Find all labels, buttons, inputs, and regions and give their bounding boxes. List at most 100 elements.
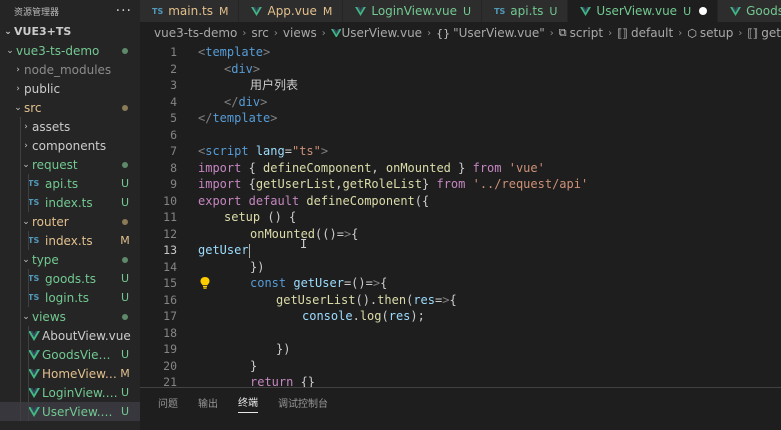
unsaved-dot-icon[interactable] [699,7,708,15]
file-tree-item[interactable]: TS api.ts U [0,174,140,193]
code-line[interactable]: 3 用户列表 [140,77,781,94]
git-status-dot [122,47,128,54]
editor-tab[interactable]: LoginView.vue U [343,0,483,22]
panel-tabs: 问题 输出 终端 调试控制台 [140,388,781,416]
code-line[interactable]: 8 import { defineComponent, onMounted } f… [140,160,781,177]
file-tree-item[interactable]: UserView.vue U [0,402,140,421]
editor-tab[interactable]: TS api.ts U [482,0,569,22]
indent-guide [20,212,21,231]
editor-tab[interactable]: GoodsVie [718,0,781,22]
lightbulb-icon[interactable] [200,277,210,289]
code-line[interactable]: 11 setup () { [140,209,781,226]
indent-guide [28,383,29,402]
code-line[interactable]: 4 </div> [140,94,781,111]
code-line[interactable]: 13 getUser [140,242,781,259]
indent-guide [28,193,29,212]
text-caret [248,243,250,258]
breadcrumb-item[interactable]: views [283,26,317,40]
chevron-down-icon: ⌄ [22,311,30,322]
panel-tab[interactable]: 输出 [198,392,218,413]
git-status-badge: U [120,405,130,418]
git-status-badge: U [120,348,130,361]
breadcrumb-item[interactable]: vue3-ts-demo [154,26,237,40]
code-line[interactable]: 14}) [140,259,781,276]
code-line[interactable]: 7 <script lang="ts"> [140,143,781,160]
file-tree-item[interactable]: › components [0,136,140,155]
file-tree-item[interactable]: › assets [0,117,140,136]
typescript-file-icon: TS [28,274,40,283]
editor-tab[interactable]: App.vue M [239,0,344,22]
panel-tab[interactable]: 调试控制台 [278,392,328,413]
code-line[interactable]: 21 return {} [140,374,781,387]
file-tree-item[interactable]: AboutView.vue [0,326,140,345]
file-tree-label: LoginView.vue [42,385,118,400]
breadcrumb-item[interactable]: get [761,26,781,40]
file-tree-item[interactable]: TS index.ts U [0,193,140,212]
breadcrumb-item[interactable]: src [251,26,269,40]
code-line[interactable]: 17 console.log(res); [140,308,781,325]
code-editor[interactable]: I 1 <template> 2 <div> 3 用户列表 4 </div> 5 </templa… [140,44,781,387]
vue-file-icon [730,6,742,16]
code-line[interactable]: 12 onMounted(()=>{ [140,226,781,243]
code-line[interactable]: 9 import {getUserList,getRoleList} from '… [140,176,781,193]
script-icon: ⧉ [558,26,567,39]
file-tree-item[interactable]: › node_modules [0,60,140,79]
breadcrumb-item[interactable]: UserView.vue [341,26,422,40]
chevron-right-icon: › [549,27,554,39]
breadcrumb-item[interactable]: default [631,26,673,40]
code-line[interactable]: 19}) [140,341,781,358]
code-line[interactable]: 20} [140,358,781,375]
code-text: } [250,358,258,373]
ellipsis-icon[interactable]: ··· [116,3,132,19]
indent-guide [28,402,29,421]
git-status-badge: U [120,196,130,209]
file-tree-item[interactable]: LoginView.vueU [0,383,140,402]
chevron-right-icon: › [321,27,326,39]
breadcrumb-item[interactable]: setup [700,26,734,40]
file-tree-item[interactable]: ⌄ vue3-ts-demo [0,41,140,60]
vue-file-icon [28,406,40,417]
workspace-root[interactable]: ⌄ VUE3+TS [0,22,140,41]
editor-tab-label: LoginView.vue [371,4,457,18]
editor-tab[interactable]: UserView.vue U [568,0,719,22]
code-text: export default defineComponent({ [198,193,430,208]
code-line[interactable]: 5 </template> [140,110,781,127]
file-tree-label: views [32,309,66,324]
code-text: </div> [224,94,268,109]
code-line[interactable]: 2 <div> [140,61,781,78]
file-tree-item[interactable]: ⌄ src [0,98,140,117]
editor-tab-label: main.ts [168,4,213,18]
indent-guide [20,155,21,174]
chevron-right-icon: › [24,140,28,151]
file-tree-item[interactable]: TS goods.ts U [0,269,140,288]
breadcrumb-item[interactable]: script [570,26,603,40]
file-tree-item[interactable]: ⌄ router [0,212,140,231]
indent-guide [28,269,29,288]
file-tree-item[interactable]: TS index.ts M [0,231,140,250]
panel-tab[interactable]: 终端 [238,391,258,413]
file-tree-item[interactable]: TS login.ts U [0,288,140,307]
file-tree-item[interactable]: ⌄ request [0,155,140,174]
code-line[interactable]: 15 const getUser=()=>{ [140,275,781,292]
typescript-file-icon: TS [28,179,40,188]
git-status-badge: U [120,291,130,304]
code-line[interactable]: 1 <template> [140,44,781,61]
indent-guide [20,383,21,402]
file-tree-item[interactable]: GoodsView.... U [0,345,140,364]
chevron-down-icon: ⌄ [22,216,30,227]
code-line[interactable]: 16 getUserList().then(res=>{ [140,292,781,309]
git-status-badge: U [683,4,692,18]
bottom-panel: 问题 输出 终端 调试控制台 [140,387,781,430]
code-line[interactable]: 18 [140,325,781,342]
editor-tabs: TS main.ts M App.vue M LoginView.vue U TS api.ts… [140,0,781,22]
file-tree-item[interactable]: ⌄ views [0,307,140,326]
code-line[interactable]: 6 [140,127,781,144]
editor-tab[interactable]: TS main.ts M [140,0,240,22]
panel-tab[interactable]: 问题 [158,392,178,413]
file-tree-item[interactable]: › public [0,79,140,98]
file-tree-label: GoodsView.... [42,347,118,362]
file-tree-item[interactable]: HomeView.... M [0,364,140,383]
code-line[interactable]: 10 export default defineComponent({ [140,193,781,210]
breadcrumb-item[interactable]: "UserView.vue" [453,26,545,40]
file-tree-item[interactable]: ⌄ type [0,250,140,269]
